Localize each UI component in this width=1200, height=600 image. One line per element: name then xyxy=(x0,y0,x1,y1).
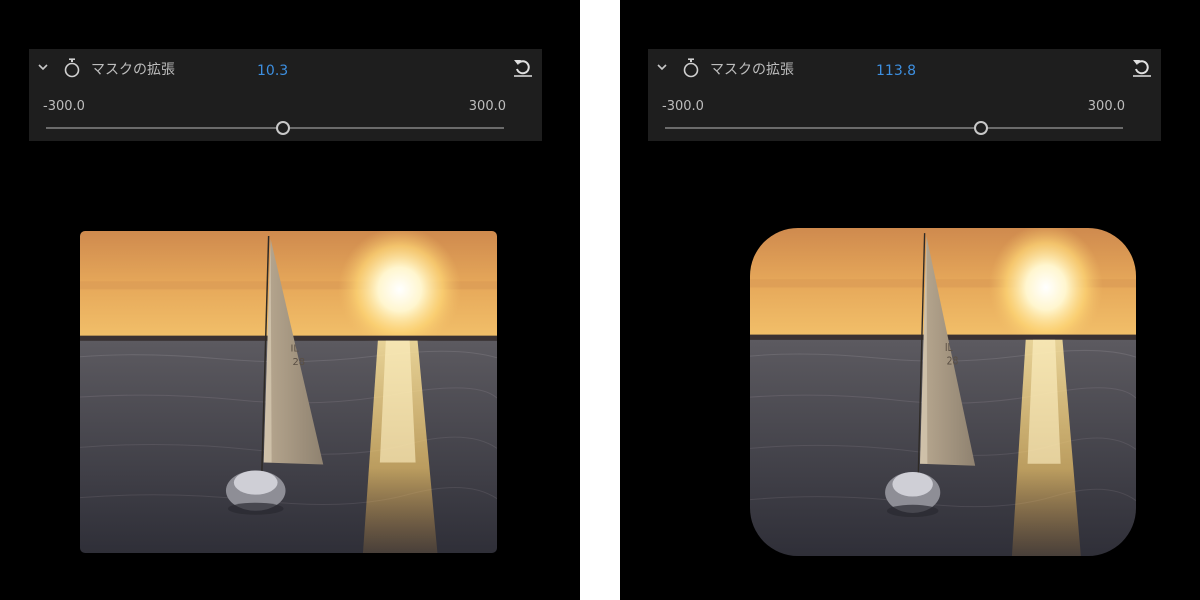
chevron-down-icon[interactable] xyxy=(655,61,669,73)
mask-expansion-value[interactable]: 10.3 xyxy=(257,62,288,80)
slider-max-label: 300.0 xyxy=(468,99,506,114)
chevron-down-icon[interactable] xyxy=(36,61,50,73)
slider-max-label: 300.0 xyxy=(1087,99,1125,114)
slider-min-label: -300.0 xyxy=(43,99,85,114)
slider-thumb[interactable] xyxy=(275,121,290,135)
mask-expansion-label: マスクの拡張 xyxy=(710,62,794,78)
slider-track[interactable] xyxy=(46,121,504,135)
masked-video-preview xyxy=(750,228,1136,556)
reset-icon[interactable] xyxy=(512,56,534,78)
stopwatch-icon[interactable] xyxy=(63,58,81,78)
slider-track[interactable] xyxy=(665,121,1123,135)
right-comparison-pane: マスクの拡張 113.8 -300.0 300.0 xyxy=(620,0,1200,600)
mask-expansion-value[interactable]: 113.8 xyxy=(876,62,916,80)
mask-expansion-control: マスクの拡張 10.3 -300.0 300.0 xyxy=(29,49,542,141)
slider-min-label: -300.0 xyxy=(662,99,704,114)
left-comparison-pane: マスクの拡張 10.3 -300.0 300.0 xyxy=(0,0,580,600)
stopwatch-icon[interactable] xyxy=(682,58,700,78)
reset-icon[interactable] xyxy=(1131,56,1153,78)
slider-thumb[interactable] xyxy=(973,121,988,135)
mask-expansion-control: マスクの拡張 113.8 -300.0 300.0 xyxy=(648,49,1161,141)
sailboat-sunset-image xyxy=(750,228,1136,556)
masked-video-preview xyxy=(80,231,497,553)
mask-expansion-label: マスクの拡張 xyxy=(91,62,175,78)
sailboat-sunset-image xyxy=(80,231,497,553)
